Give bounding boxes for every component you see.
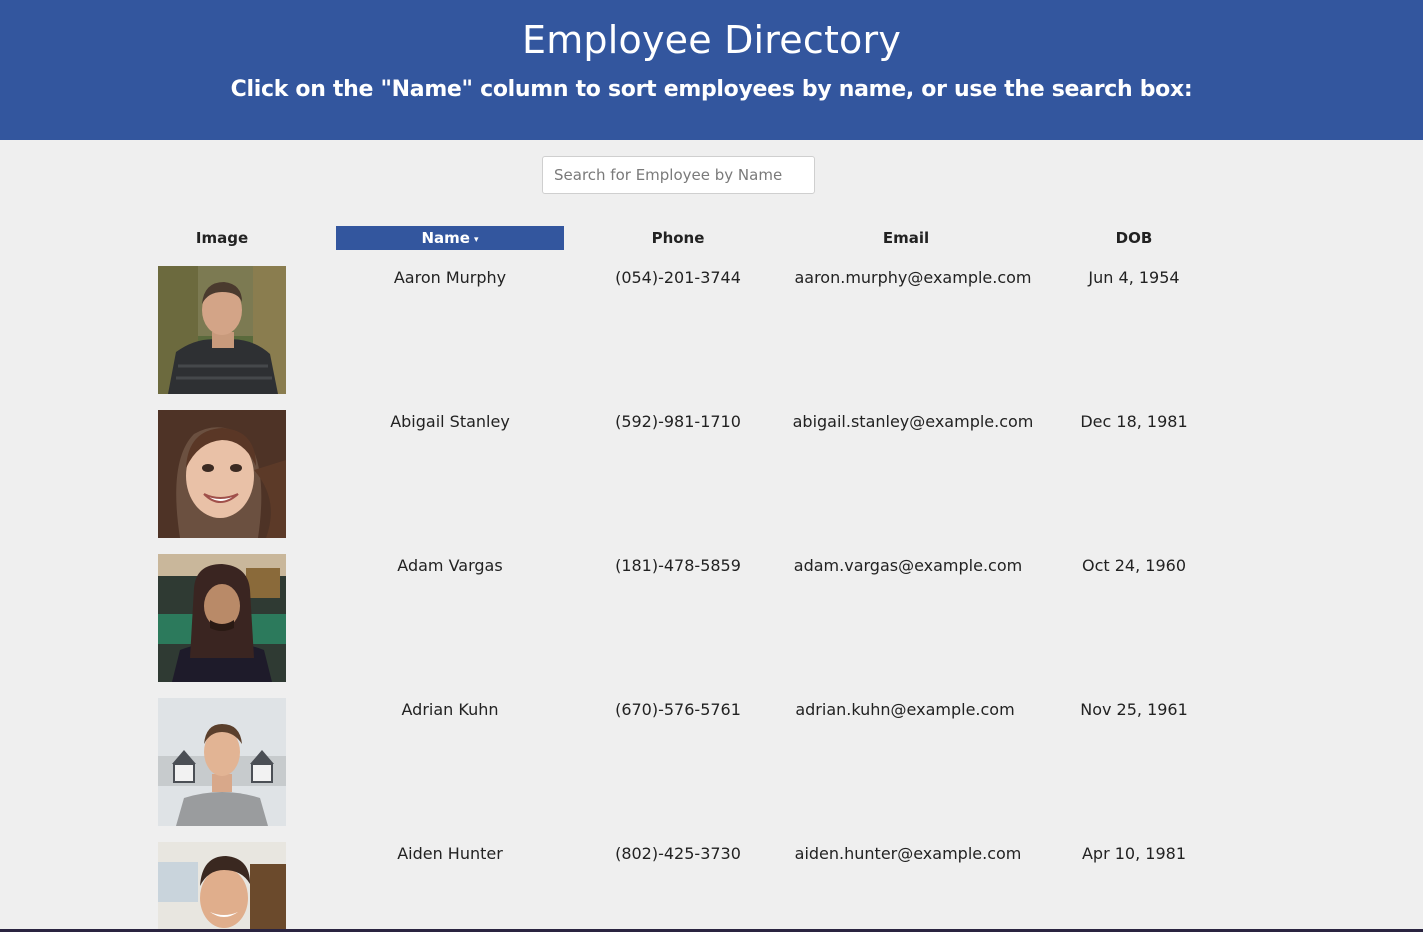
column-header-image: Image bbox=[195, 229, 249, 247]
employee-phone: (054)-201-3744 bbox=[615, 268, 741, 287]
employee-dob: Dec 18, 1981 bbox=[1080, 412, 1188, 431]
employee-name: Adam Vargas bbox=[397, 556, 503, 575]
employee-name: Aiden Hunter bbox=[397, 844, 503, 863]
employee-dob: Oct 24, 1960 bbox=[1082, 556, 1186, 575]
search-input[interactable] bbox=[542, 156, 815, 194]
table-row: Abigail Stanley (592)-981-1710 abigail.s… bbox=[0, 410, 1423, 554]
employee-phone: (802)-425-3730 bbox=[615, 844, 741, 863]
employee-dob: Nov 25, 1961 bbox=[1080, 700, 1188, 719]
employee-name: Aaron Murphy bbox=[393, 268, 507, 287]
page-title: Employee Directory bbox=[521, 18, 902, 62]
employee-email: adrian.kuhn@example.com bbox=[795, 700, 1015, 719]
employee-photo bbox=[158, 842, 286, 929]
column-header-name[interactable]: Name ▾ bbox=[336, 226, 564, 250]
employee-email: abigail.stanley@example.com bbox=[792, 412, 1034, 431]
employee-name: Adrian Kuhn bbox=[401, 700, 499, 719]
column-header-name-label: Name bbox=[421, 229, 470, 247]
table-row: Adam Vargas (181)-478-5859 adam.vargas@e… bbox=[0, 554, 1423, 698]
employee-name: Abigail Stanley bbox=[390, 412, 510, 431]
table-row: Aiden Hunter (802)-425-3730 aiden.hunter… bbox=[0, 842, 1423, 929]
employee-dob: Jun 4, 1954 bbox=[1088, 268, 1180, 287]
column-header-email: Email bbox=[882, 229, 930, 247]
table-row: Aaron Murphy (054)-201-3744 aaron.murphy… bbox=[0, 266, 1423, 410]
page-header: Employee Directory Click on the "Name" c… bbox=[0, 0, 1423, 140]
page-subtitle: Click on the "Name" column to sort emplo… bbox=[230, 77, 1193, 102]
sort-caret-icon: ▾ bbox=[473, 235, 479, 245]
table-row: Adrian Kuhn (670)-576-5761 adrian.kuhn@e… bbox=[0, 698, 1423, 842]
column-header-dob: DOB bbox=[1115, 229, 1153, 247]
employee-photo bbox=[158, 410, 286, 538]
employee-photo bbox=[158, 554, 286, 682]
employee-phone: (181)-478-5859 bbox=[615, 556, 741, 575]
employee-photo bbox=[158, 698, 286, 826]
employee-photo bbox=[158, 266, 286, 394]
employee-phone: (670)-576-5761 bbox=[615, 700, 741, 719]
employee-dob: Apr 10, 1981 bbox=[1081, 844, 1186, 863]
employee-email: adam.vargas@example.com bbox=[793, 556, 1023, 575]
employee-phone: (592)-981-1710 bbox=[615, 412, 741, 431]
employee-email: aaron.murphy@example.com bbox=[794, 268, 1032, 287]
employee-email: aiden.hunter@example.com bbox=[794, 844, 1022, 863]
column-header-phone: Phone bbox=[651, 229, 705, 247]
